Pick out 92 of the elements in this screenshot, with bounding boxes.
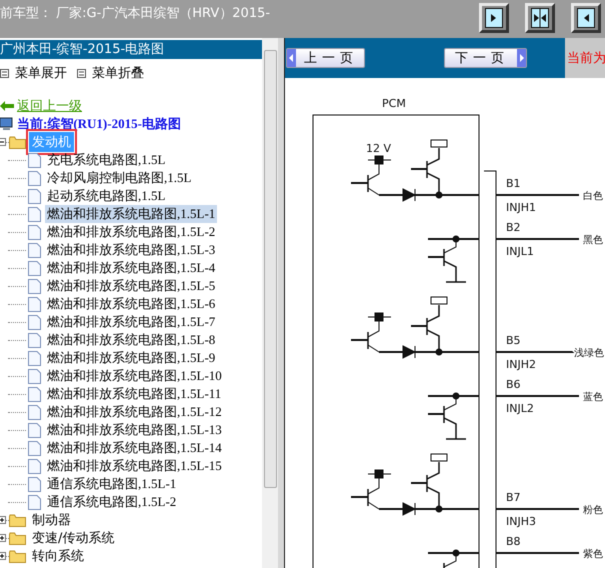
tree-item[interactable]: 燃油和排放系统电路图,1.5L-2 xyxy=(45,223,218,241)
expand-left-button[interactable] xyxy=(571,3,601,33)
split-view-button[interactable] xyxy=(525,3,555,33)
pin-label: B6 xyxy=(506,378,521,391)
document-icon xyxy=(28,332,41,348)
document-icon xyxy=(28,242,41,258)
document-icon xyxy=(28,170,41,186)
wire-color-label: 粉色 xyxy=(583,505,603,516)
wire-color-label: 黑色 xyxy=(583,235,603,246)
document-icon xyxy=(28,494,41,510)
pin-label: B1 xyxy=(506,177,521,190)
scrollbar[interactable] xyxy=(262,38,278,568)
tree-item[interactable]: 燃油和排放系统电路图,1.5L-15 xyxy=(45,457,224,475)
voltage-label: 12 V xyxy=(366,142,392,155)
wire-color-label: 蓝色 xyxy=(583,392,603,403)
tree-item[interactable]: 燃油和排放系统电路图,1.5L-1 xyxy=(45,205,218,223)
document-icon xyxy=(28,188,41,204)
tree-item[interactable]: 燃油和排放系统电路图,1.5L-9 xyxy=(45,349,218,367)
wire-color-label: 白色 xyxy=(583,191,603,202)
tree-item[interactable]: 起动系统电路图,1.5L xyxy=(45,187,168,205)
signal-label: INJH2 xyxy=(506,358,536,371)
tree-folder[interactable]: 转向系统 xyxy=(29,546,87,566)
pin-label: B2 xyxy=(506,221,521,234)
document-icon xyxy=(28,350,41,366)
document-icon xyxy=(28,440,41,456)
expand-icon[interactable] xyxy=(0,552,6,560)
tree-item[interactable]: 燃油和排放系统电路图,1.5L-3 xyxy=(45,241,218,259)
driver-circuit-drawing xyxy=(428,550,479,568)
tree-item[interactable]: 燃油和排放系统电路图,1.5L-5 xyxy=(45,277,218,295)
document-icon xyxy=(28,386,41,402)
scrollbar-thumb[interactable] xyxy=(264,50,276,488)
menu-action-link[interactable]: 菜单折叠 xyxy=(77,64,144,82)
tree-item[interactable]: 燃油和排放系统电路图,1.5L-8 xyxy=(45,331,218,349)
tree-item[interactable]: 燃油和排放系统电路图,1.5L-12 xyxy=(45,403,224,421)
tree-item[interactable]: 燃油和排放系统电路图,1.5L-10 xyxy=(45,367,224,385)
pin-label: B5 xyxy=(506,334,521,347)
back-arrow-icon xyxy=(0,101,14,111)
tree-item[interactable]: 冷却风扇控制电路图,1.5L xyxy=(45,169,194,187)
split-arrows-icon xyxy=(531,8,549,28)
driver-circuit-drawing xyxy=(428,392,479,440)
computer-icon xyxy=(0,117,14,131)
tree-folder[interactable]: 制动器 xyxy=(29,510,74,530)
menu-action-link[interactable]: 菜单展开 xyxy=(0,64,67,82)
wire-color-label: 浅绿色 xyxy=(574,348,604,359)
panel-title: 广州本田-缤智-2015-电路图 xyxy=(0,40,262,59)
document-icon xyxy=(28,458,41,474)
back-link[interactable]: 返回上一级 xyxy=(17,97,82,115)
folder-icon xyxy=(9,514,26,526)
folder-icon xyxy=(9,550,26,562)
document-icon xyxy=(28,206,41,222)
folder-icon xyxy=(9,136,26,148)
document-icon xyxy=(28,278,41,294)
document-icon xyxy=(28,422,41,438)
document-icon xyxy=(28,368,41,384)
document-icon xyxy=(28,476,41,492)
pin-label: B7 xyxy=(506,491,521,504)
signal-label: INJH1 xyxy=(506,201,536,214)
list-icon xyxy=(77,68,86,78)
tree-item[interactable]: 燃油和排放系统电路图,1.5L-7 xyxy=(45,313,218,331)
signal-label: INJL2 xyxy=(506,402,534,415)
next-page-button[interactable]: 下一页 xyxy=(444,48,527,68)
driver-circuit-drawing xyxy=(428,236,479,283)
tree-folder[interactable]: 变速/传动系统 xyxy=(29,528,118,548)
tree-item[interactable]: 燃油和排放系统电路图,1.5L-4 xyxy=(45,259,218,277)
document-icon xyxy=(28,152,41,168)
signal-label: INJH3 xyxy=(506,515,536,528)
expand-right-button[interactable] xyxy=(479,3,509,33)
tree-item[interactable]: 燃油和排放系统电路图,1.5L-13 xyxy=(45,421,224,439)
list-icon xyxy=(0,68,9,78)
signal-label: INJL1 xyxy=(506,245,534,258)
tree-item[interactable]: 燃油和排放系统电路图,1.5L-6 xyxy=(45,295,218,313)
folder-icon xyxy=(9,532,26,544)
tree-item[interactable]: 燃油和排放系统电路图,1.5L-11 xyxy=(45,385,224,403)
expand-icon[interactable] xyxy=(0,534,6,542)
current-page-text: 当前为 xyxy=(565,38,605,78)
wire-color-label: 紫色 xyxy=(583,549,603,560)
pane-splitter[interactable] xyxy=(278,38,285,568)
tree-item[interactable]: 通信系统电路图,1.5L-2 xyxy=(45,493,178,511)
tree-item[interactable]: 通信系统电路图,1.5L-1 xyxy=(45,475,178,493)
document-icon xyxy=(28,296,41,312)
tree-item[interactable]: 充电系统电路图,1.5L xyxy=(45,151,168,169)
pin-label: B8 xyxy=(506,535,521,548)
document-icon xyxy=(28,260,41,276)
expand-icon[interactable] xyxy=(0,516,6,524)
document-icon xyxy=(28,314,41,330)
car-model-text: 前车型： 厂家:G-广汽本田缤智（HRV）2015- xyxy=(0,5,270,22)
tree-item[interactable]: 燃油和排放系统电路图,1.5L-14 xyxy=(45,439,224,457)
document-icon xyxy=(28,224,41,240)
collapse-icon[interactable] xyxy=(0,138,6,146)
previous-page-button[interactable]: 上一页 xyxy=(286,48,365,68)
module-label: PCM xyxy=(382,97,406,110)
document-icon xyxy=(28,404,41,420)
